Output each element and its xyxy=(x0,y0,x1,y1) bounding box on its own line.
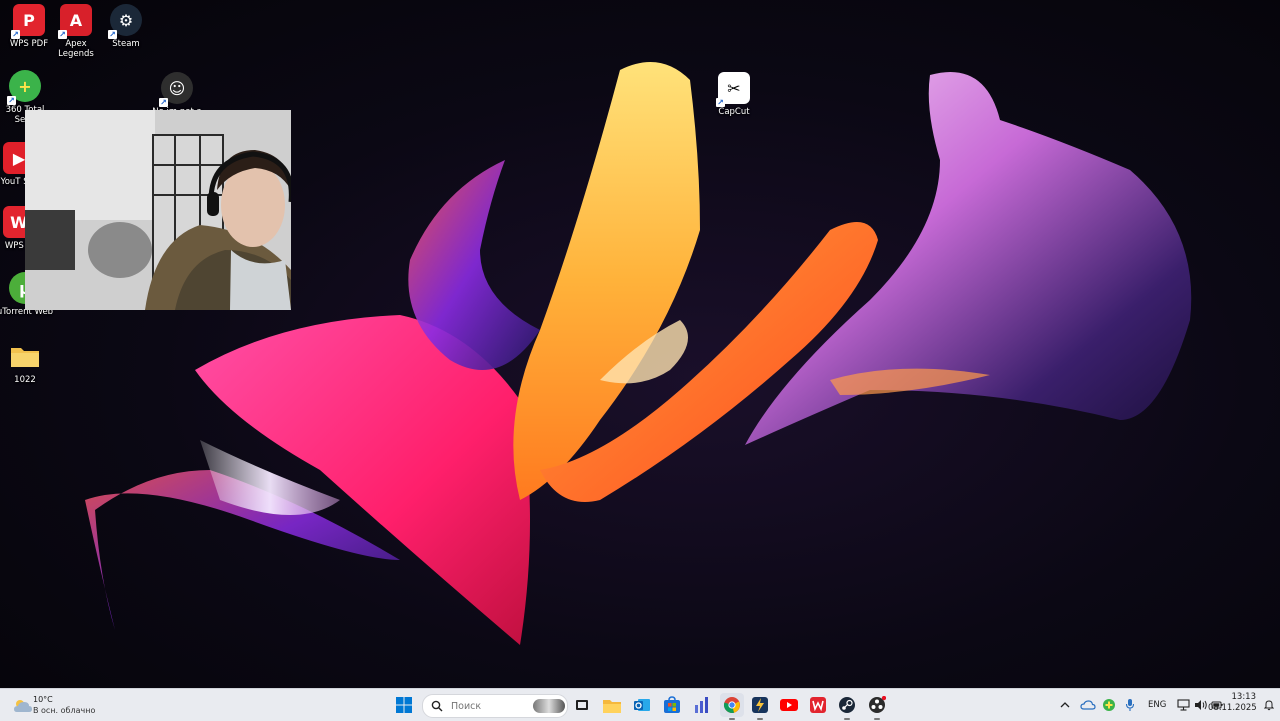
chevron-up-icon xyxy=(1060,702,1070,708)
apex-legends-icon: A ↗ xyxy=(58,4,92,39)
taskbar-search[interactable] xyxy=(422,694,568,718)
webcam-overlay xyxy=(25,110,291,310)
search-input[interactable] xyxy=(449,699,533,713)
network-icon xyxy=(1177,699,1190,711)
wps-pdf-icon: P ↗ xyxy=(11,4,45,39)
tray-360-security[interactable] xyxy=(1099,693,1119,717)
taskbar-youtube[interactable] xyxy=(777,693,801,717)
taskbar-wps-office[interactable] xyxy=(806,693,830,717)
task-view-icon xyxy=(576,700,588,710)
taskbar: 10°C В осн. облачно Поиск ENG 13:13 08.1… xyxy=(0,688,1280,721)
desktop-icon-steam[interactable]: ⚙ ↗ Steam xyxy=(97,4,155,49)
weather-temperature: 10°C xyxy=(33,695,53,704)
show-hidden-icons-button[interactable] xyxy=(1056,693,1074,717)
weather-widget[interactable]: 10°C В осн. облачно xyxy=(8,692,118,718)
start-button[interactable] xyxy=(392,693,416,717)
webcam-feed-image xyxy=(25,110,291,310)
notification-bell-button[interactable] xyxy=(1262,693,1276,717)
weather-description: В осн. облачно xyxy=(33,706,96,715)
cloud-icon xyxy=(14,700,32,712)
avatar-image-icon: ☺ ↗ xyxy=(159,72,193,107)
plus-shield-icon: + ↗ xyxy=(7,70,41,105)
volume-icon xyxy=(1195,700,1207,710)
outlook-icon xyxy=(634,699,650,711)
taskbar-stats-app[interactable] xyxy=(690,693,714,717)
cloud-icon xyxy=(1080,700,1096,710)
steam-icon: ⚙ ↗ xyxy=(108,4,142,39)
desktop-icon-label: 1022 xyxy=(14,375,36,385)
bar-chart-icon xyxy=(695,697,708,713)
youtube-icon xyxy=(780,699,798,711)
wps-office-icon xyxy=(810,697,826,713)
desktop-icon-label: Steam xyxy=(112,39,140,49)
taskbar-obs[interactable] xyxy=(865,693,889,720)
windows-logo-icon xyxy=(396,697,412,713)
taskbar-winamp-app[interactable] xyxy=(748,693,772,720)
tray-onedrive[interactable] xyxy=(1078,693,1098,717)
clock[interactable]: 13:13 08.11.2025 xyxy=(1208,692,1257,714)
search-highlight-image xyxy=(533,699,565,713)
taskbar-chrome[interactable] xyxy=(720,693,744,720)
desktop-icon-label: CapCut xyxy=(718,107,750,117)
capcut-icon: ✂ ↗ xyxy=(716,72,750,107)
shield-plus-icon xyxy=(1103,699,1115,711)
search-icon xyxy=(431,700,443,712)
lightning-app-icon xyxy=(752,697,768,713)
desktop-icon-folder-1022[interactable]: 1022 xyxy=(0,340,54,385)
tray-microphone[interactable] xyxy=(1120,693,1140,717)
store-icon xyxy=(664,696,680,713)
steam-icon xyxy=(839,697,855,713)
taskbar-outlook[interactable] xyxy=(630,693,654,717)
clock-time: 13:13 xyxy=(1231,692,1257,702)
folder-icon xyxy=(603,699,621,713)
desktop-icon-capcut[interactable]: ✂ ↗ CapCut xyxy=(705,72,763,117)
task-view-button[interactable] xyxy=(570,693,594,717)
bell-icon xyxy=(1264,700,1274,711)
clock-date: 08.11.2025 xyxy=(1208,703,1257,713)
taskbar-file-explorer[interactable] xyxy=(600,693,624,717)
taskbar-microsoft-store[interactable] xyxy=(660,693,684,717)
taskbar-steam[interactable] xyxy=(835,693,859,720)
language-indicator[interactable]: ENG xyxy=(1148,700,1166,710)
folder-icon xyxy=(9,340,41,372)
obs-record-icon xyxy=(869,696,886,713)
chrome-icon xyxy=(724,697,740,713)
microphone-icon xyxy=(1125,699,1135,711)
